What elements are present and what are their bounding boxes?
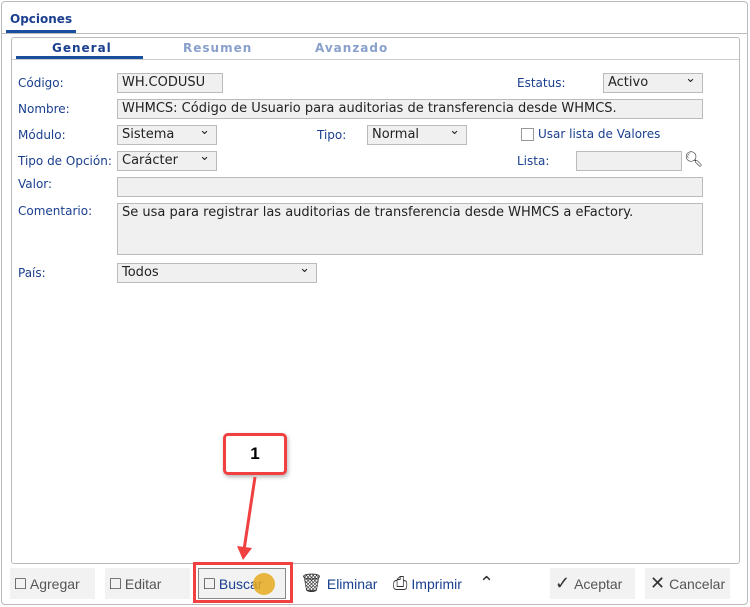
callout-arrow (237, 476, 257, 560)
